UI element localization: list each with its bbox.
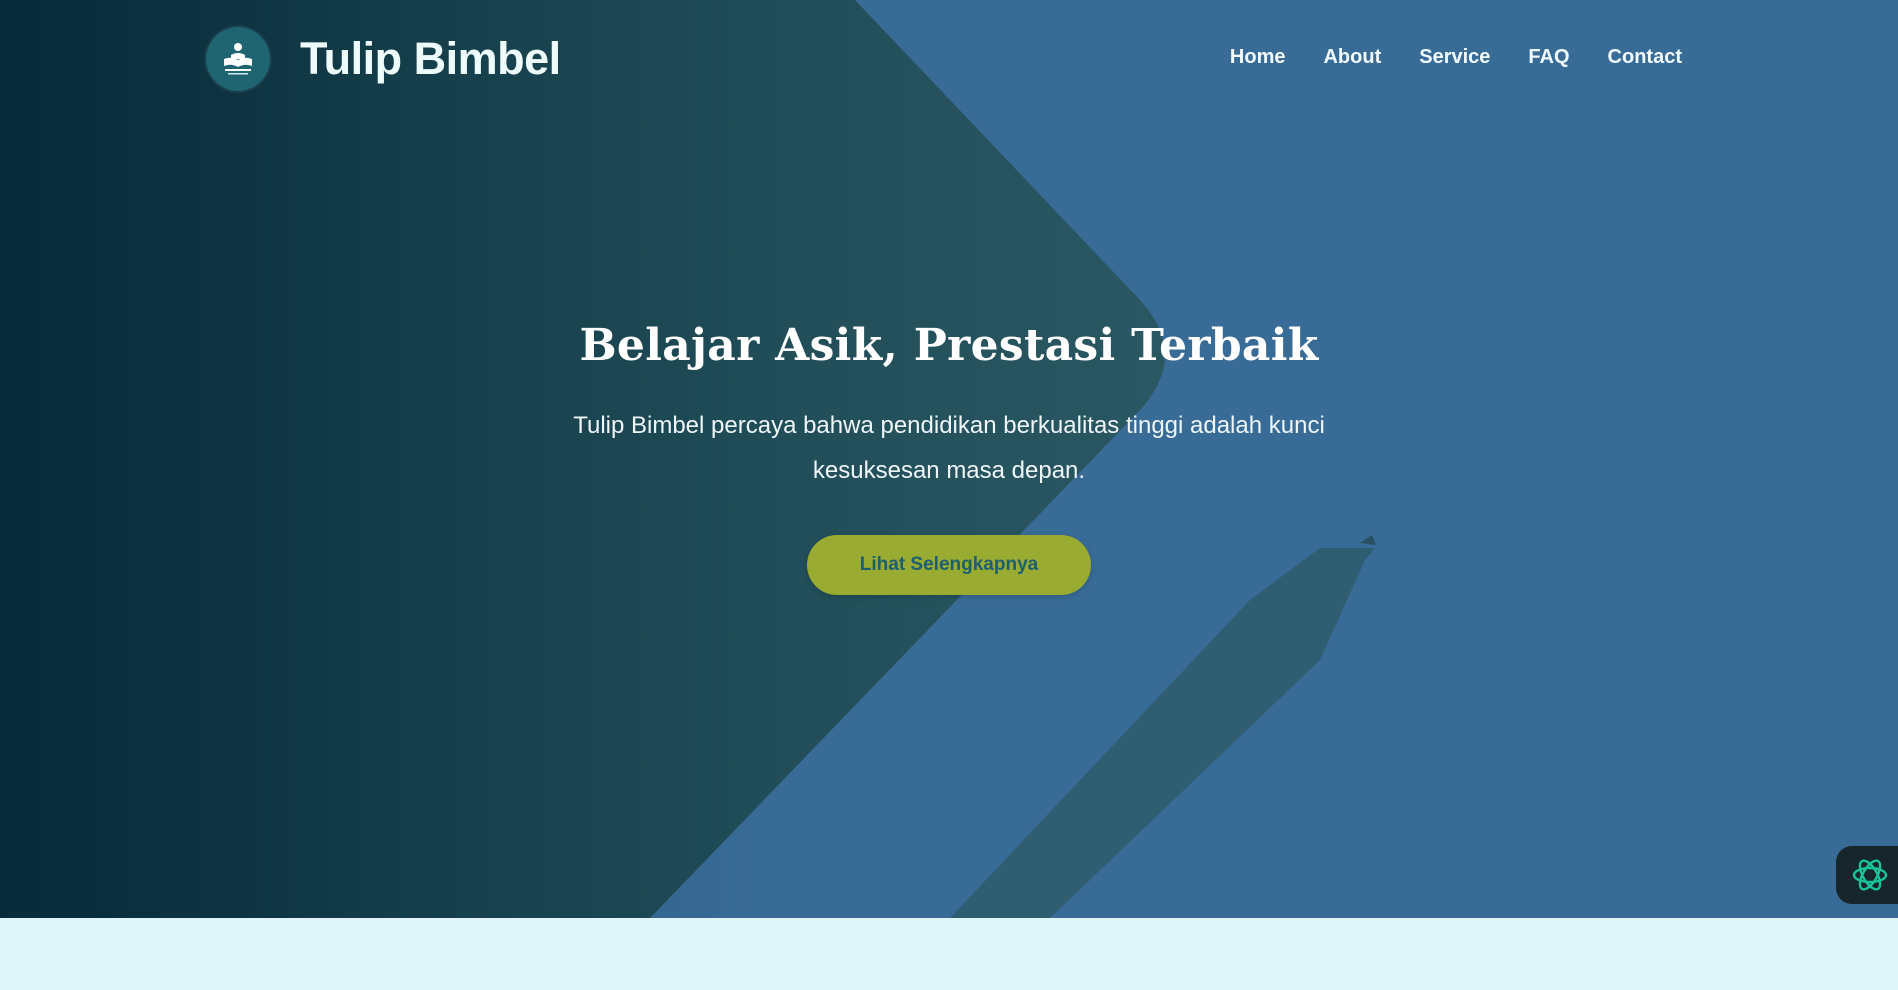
top-navbar: Tulip Bimbel Home About Service FAQ Cont… <box>0 0 1898 118</box>
nav-service[interactable]: Service <box>1419 46 1490 69</box>
brand-logo[interactable] <box>206 27 270 91</box>
nav-faq[interactable]: FAQ <box>1528 46 1569 69</box>
assistant-widget[interactable] <box>1836 846 1898 904</box>
hero-content: Belajar Asik, Prestasi Terbaik Tulip Bim… <box>0 320 1898 595</box>
brand-name[interactable]: Tulip Bimbel <box>300 33 561 85</box>
hero-section: Tulip Bimbel Home About Service FAQ Cont… <box>0 0 1898 918</box>
nav-contact[interactable]: Contact <box>1608 46 1682 69</box>
see-more-button[interactable]: Lihat Selengkapnya <box>807 535 1091 595</box>
book-reader-logo-icon <box>224 43 252 75</box>
hero-subtitle: Tulip Bimbel percaya bahwa pendidikan be… <box>573 412 1325 484</box>
ai-assistant-icon <box>1852 859 1888 891</box>
next-section <box>0 918 1898 990</box>
hero-title: Belajar Asik, Prestasi Terbaik <box>579 320 1319 371</box>
nav-home[interactable]: Home <box>1230 46 1286 69</box>
brand[interactable]: Tulip Bimbel <box>206 27 561 91</box>
nav-links: Home About Service FAQ Contact <box>1230 46 1682 69</box>
nav-about[interactable]: About <box>1323 46 1381 69</box>
